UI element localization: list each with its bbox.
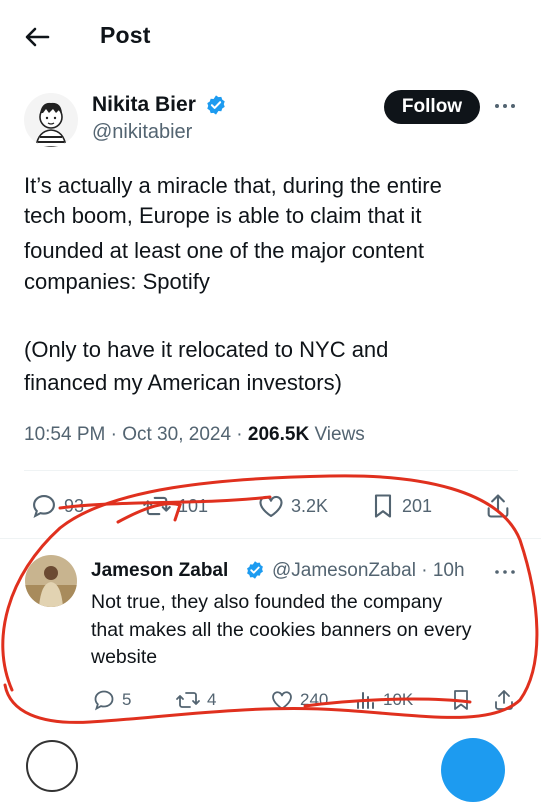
back-arrow-icon[interactable] <box>22 22 52 52</box>
reply-like-action[interactable]: 240 <box>270 688 328 712</box>
reply-text-line: that makes all the cookies banners on ev… <box>91 619 472 641</box>
divider <box>24 470 518 471</box>
reply-age: 10h <box>432 560 465 581</box>
author-handle[interactable]: @nikitabier <box>92 121 192 144</box>
author-avatar[interactable] <box>24 93 78 147</box>
reply-text-line: website <box>91 646 158 668</box>
views-label: Views <box>314 424 365 445</box>
post-text-line: companies: Spotify <box>24 269 210 294</box>
views-chart-icon <box>357 692 374 709</box>
like-count: 3.2K <box>291 495 329 516</box>
more-options-icon[interactable] <box>494 565 516 579</box>
more-options-icon[interactable] <box>493 96 517 116</box>
post-text-line: tech boom, Europe is able to claim that … <box>24 203 422 228</box>
reply-handle[interactable]: @JamesonZabal <box>272 560 416 581</box>
reply-reply-action[interactable]: 5 <box>92 688 131 712</box>
reply-action[interactable]: 93 <box>30 492 84 520</box>
post-text-line: It’s actually a miracle that, during the… <box>24 173 442 198</box>
reply-count: 93 <box>64 495 85 516</box>
reply-author-name[interactable]: Jameson Zabal <box>91 560 228 582</box>
reply-icon <box>94 690 114 711</box>
author-name[interactable]: Nikita Bier <box>92 93 196 117</box>
compose-fab-button[interactable] <box>441 738 505 802</box>
like-action[interactable]: 3.2K <box>257 492 328 520</box>
views-count: 206.5K <box>247 424 310 445</box>
reply-like-count: 240 <box>300 690 329 709</box>
heart-icon <box>259 495 283 517</box>
reply-repost-action[interactable]: 4 <box>175 688 216 712</box>
post-text-line: founded at least one of the major conten… <box>24 238 424 263</box>
post-text-line: financed my American investors) <box>24 370 342 395</box>
compose-avatar[interactable] <box>26 740 78 792</box>
verified-badge-icon <box>247 561 263 579</box>
reply-repost-count: 4 <box>207 690 217 709</box>
share-icon[interactable] <box>492 688 516 712</box>
post-time[interactable]: 10:54 PM <box>24 424 105 445</box>
bookmark-count: 201 <box>402 495 433 516</box>
reply-text-line: Not true, they also founded the company <box>91 591 443 613</box>
reply-author-avatar[interactable] <box>25 555 77 607</box>
repost-icon <box>176 692 200 708</box>
post-meta: 10:54 PM · Oct 30, 2024 · 206.5K Views <box>24 424 365 445</box>
reply-views-count: 10K <box>383 690 414 709</box>
reply-views-action[interactable]: 10K <box>353 688 413 712</box>
reply-reply-count: 5 <box>122 690 132 709</box>
heart-icon <box>272 691 292 710</box>
divider <box>0 538 541 539</box>
bookmark-action[interactable]: 201 <box>370 492 432 520</box>
bookmark-icon[interactable] <box>450 688 472 712</box>
repost-action[interactable]: 101 <box>142 492 208 520</box>
verified-badge-icon <box>207 95 225 115</box>
page-title: Post <box>100 22 151 48</box>
share-icon[interactable] <box>484 492 512 520</box>
post-text-line: (Only to have it relocated to NYC and <box>24 337 389 362</box>
reply-icon <box>33 495 55 519</box>
reply-author-handle: @JamesonZabal · 10h <box>272 560 465 581</box>
follow-button[interactable]: Follow <box>384 90 480 124</box>
post-date[interactable]: Oct 30, 2024 <box>122 424 231 445</box>
repost-icon <box>143 496 171 516</box>
bookmark-icon <box>374 494 392 518</box>
repost-count: 101 <box>178 495 209 516</box>
